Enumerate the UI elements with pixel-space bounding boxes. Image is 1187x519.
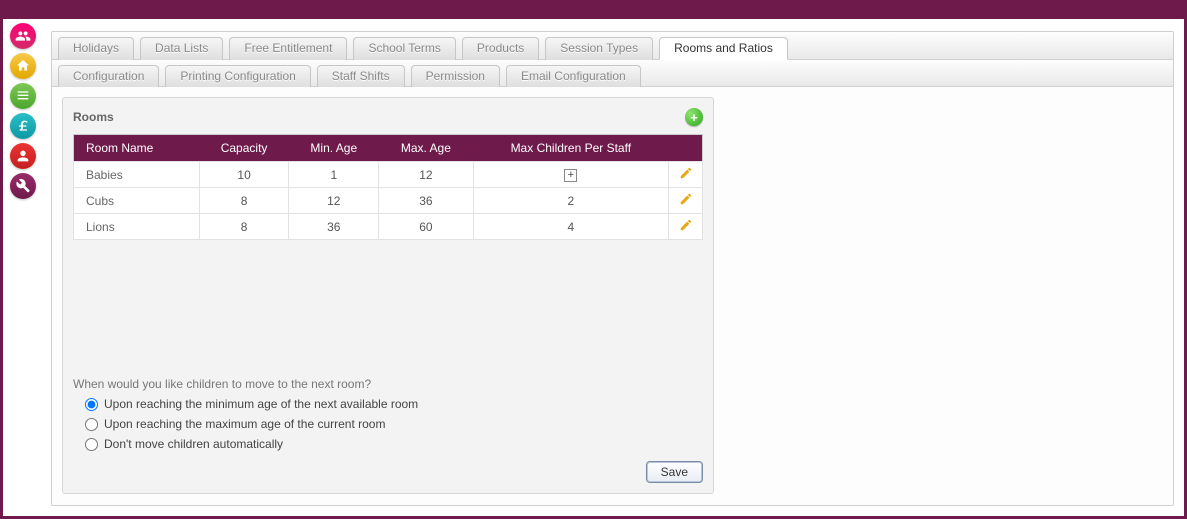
pound-icon[interactable] xyxy=(10,113,36,139)
cell-room-name: Babies xyxy=(74,162,200,188)
primary-tabs: Holidays Data Lists Free Entitlement Sch… xyxy=(52,32,1173,60)
cell-capacity: 8 xyxy=(199,214,289,240)
option-max-age[interactable]: Upon reaching the maximum age of the cur… xyxy=(85,417,703,431)
people-icon[interactable] xyxy=(10,23,36,49)
tab-configuration[interactable]: Configuration xyxy=(58,65,159,87)
edit-icon[interactable] xyxy=(679,192,693,206)
secondary-tabs: Configuration Printing Configuration Sta… xyxy=(52,60,1173,87)
option-max-age-label: Upon reaching the maximum age of the cur… xyxy=(104,417,385,431)
cell-min-age: 12 xyxy=(289,188,379,214)
app-frame: Holidays Data Lists Free Entitlement Sch… xyxy=(0,0,1187,519)
tab-products[interactable]: Products xyxy=(462,37,539,60)
tab-rooms-and-ratios[interactable]: Rooms and Ratios xyxy=(659,37,788,60)
option-dont-move-label: Don't move children automatically xyxy=(104,437,283,451)
option-min-age-label: Upon reaching the minimum age of the nex… xyxy=(104,397,418,411)
home-icon[interactable] xyxy=(10,53,36,79)
wrench-icon[interactable] xyxy=(10,173,36,199)
rooms-panel: Rooms + Room Name Capacity Min. Age Max.… xyxy=(62,97,714,494)
move-question-label: When would you like children to move to … xyxy=(73,377,703,391)
person-icon[interactable] xyxy=(10,143,36,169)
col-capacity: Capacity xyxy=(199,135,289,162)
cell-room-name: Cubs xyxy=(74,188,200,214)
titlebar xyxy=(3,3,1184,19)
expand-ratio-icon[interactable]: + xyxy=(564,169,577,182)
cell-min-age: 36 xyxy=(289,214,379,240)
tab-holidays[interactable]: Holidays xyxy=(58,37,134,60)
tab-staff-shifts[interactable]: Staff Shifts xyxy=(317,65,405,87)
option-min-age[interactable]: Upon reaching the minimum age of the nex… xyxy=(85,397,703,411)
cell-room-name: Lions xyxy=(74,214,200,240)
tab-data-lists[interactable]: Data Lists xyxy=(140,37,223,60)
tab-free-entitlement[interactable]: Free Entitlement xyxy=(229,37,347,60)
sidebar xyxy=(3,19,43,516)
tab-email-configuration[interactable]: Email Configuration xyxy=(506,65,641,87)
tab-school-terms[interactable]: School Terms xyxy=(353,37,455,60)
col-min-age: Min. Age xyxy=(289,135,379,162)
tab-permission[interactable]: Permission xyxy=(411,65,500,87)
cell-capacity: 8 xyxy=(199,188,289,214)
radio-min-age[interactable] xyxy=(85,398,98,411)
table-row: Lions83660 4 xyxy=(74,214,703,240)
cell-ratio: 4 xyxy=(567,220,574,234)
col-max-children-per-staff: Max Children Per Staff xyxy=(473,135,668,162)
content-card: Holidays Data Lists Free Entitlement Sch… xyxy=(51,31,1174,506)
table-row: Babies10112 + xyxy=(74,162,703,188)
add-room-button[interactable]: + xyxy=(685,108,703,126)
panel-title: Rooms xyxy=(73,110,114,124)
tab-session-types[interactable]: Session Types xyxy=(545,37,653,60)
cell-max-age: 36 xyxy=(379,188,473,214)
rooms-table: Room Name Capacity Min. Age Max. Age Max… xyxy=(73,134,703,240)
col-max-age: Max. Age xyxy=(379,135,473,162)
col-room-name: Room Name xyxy=(74,135,200,162)
table-row: Cubs81236 2 xyxy=(74,188,703,214)
radio-max-age[interactable] xyxy=(85,418,98,431)
cell-capacity: 10 xyxy=(199,162,289,188)
cell-max-age: 60 xyxy=(379,214,473,240)
col-actions xyxy=(669,135,703,162)
edit-icon[interactable] xyxy=(679,218,693,232)
tab-printing-configuration[interactable]: Printing Configuration xyxy=(165,65,310,87)
cell-ratio: 2 xyxy=(567,194,574,208)
main: Holidays Data Lists Free Entitlement Sch… xyxy=(43,19,1184,516)
option-dont-move[interactable]: Don't move children automatically xyxy=(85,437,703,451)
radio-dont-move[interactable] xyxy=(85,438,98,451)
cell-max-age: 12 xyxy=(379,162,473,188)
save-button[interactable]: Save xyxy=(646,461,703,483)
cell-min-age: 1 xyxy=(289,162,379,188)
list-icon[interactable] xyxy=(10,83,36,109)
edit-icon[interactable] xyxy=(679,166,693,180)
